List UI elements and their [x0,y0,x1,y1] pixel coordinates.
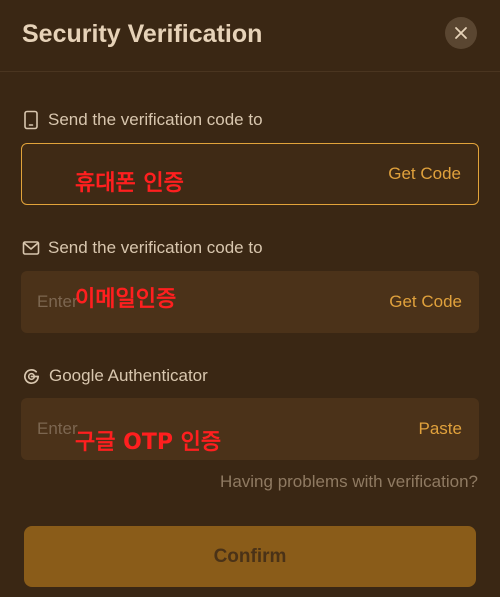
close-button[interactable] [445,17,477,49]
email-section-label: Send the verification code to [22,238,263,258]
dialog-title: Security Verification [22,20,263,48]
google-section-label: Google Authenticator [22,366,208,386]
google-label-text: Google Authenticator [49,366,208,385]
phone-icon [24,110,38,130]
mail-icon [22,241,40,255]
dialog-header: Security Verification [0,0,500,72]
confirm-button[interactable]: Confirm [24,526,476,587]
email-label-text: Send the verification code to [48,238,263,257]
email-get-code-button[interactable]: Get Code [389,292,462,312]
google-paste-button[interactable]: Paste [419,419,462,439]
email-annotation: 이메일인증 [75,287,177,312]
problems-link[interactable]: Having problems with verification? [220,472,478,492]
phone-annotation: 휴대폰 인증 [75,171,184,196]
phone-section-label: Send the verification code to [22,110,263,130]
close-icon [455,27,467,39]
google-annotation: 구글 OTP 인증 [75,430,222,455]
phone-get-code-button[interactable]: Get Code [388,164,461,184]
phone-label-text: Send the verification code to [48,110,263,129]
security-verification-dialog: Security Verification Send the verificat… [0,0,500,597]
google-icon [24,368,40,384]
